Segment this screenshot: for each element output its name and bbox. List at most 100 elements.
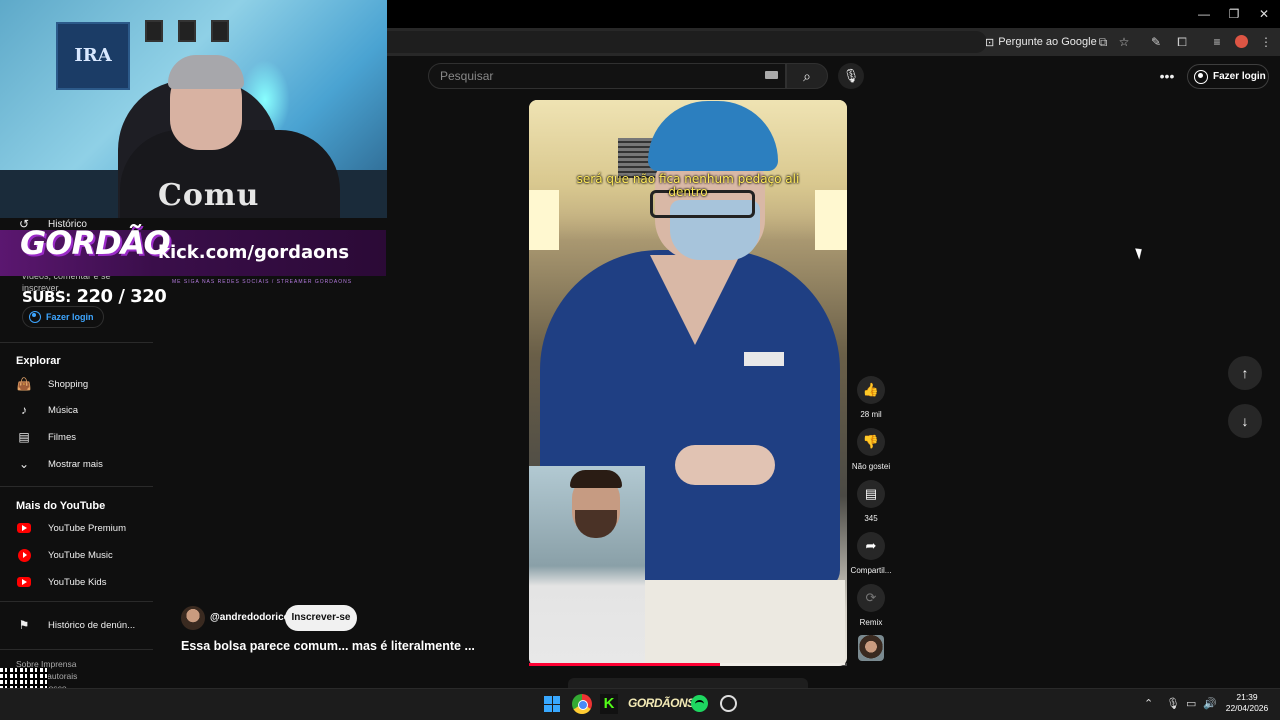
streamer-hair (168, 55, 244, 89)
search-button[interactable]: ⌕ (786, 63, 828, 89)
address-bar[interactable] (387, 31, 987, 53)
sidebar-item-youtube-music[interactable]: YouTube Music (16, 542, 156, 568)
clock-time: 21:39 (1236, 692, 1258, 702)
chevron-down-icon: ⌄ (18, 457, 30, 471)
film-icon: ▤ (18, 430, 30, 444)
video-hands (675, 445, 775, 485)
sidebar-item-label: Shopping (48, 378, 89, 390)
thumbs-down-icon: 👎 (862, 434, 880, 449)
arrow-down-icon: ↓ (1241, 413, 1249, 429)
browser-title-bar (387, 0, 1280, 28)
sidebar-divider (0, 486, 153, 487)
sound-source-avatar[interactable] (858, 635, 884, 661)
gordao-app-icon[interactable]: GORDÃONS (628, 696, 695, 710)
explore-heading: Explorar (16, 355, 61, 367)
video-light (815, 190, 847, 250)
pip-hair (570, 470, 622, 488)
search-placeholder: Pesquisar (440, 69, 494, 83)
sidebar-divider (0, 649, 153, 650)
restore-icon[interactable]: ❐ (1222, 4, 1246, 24)
tray-network-icon[interactable]: ▭ (1186, 697, 1196, 710)
obs-icon[interactable] (720, 695, 737, 712)
taskbar-clock[interactable]: 21:39 22/04/2026 (1222, 692, 1272, 714)
remix-label: Remix (859, 618, 883, 627)
sidebar-item-youtube-kids[interactable]: YouTube Kids (16, 569, 156, 595)
dislike-label: Não gostei (851, 462, 891, 471)
profile-avatar-icon[interactable] (1231, 32, 1251, 52)
windows-start-icon[interactable] (544, 696, 560, 712)
close-icon[interactable]: ✕ (1252, 4, 1276, 24)
browser-menu-icon[interactable]: ⋮ (1256, 32, 1276, 52)
short-title[interactable]: Essa bolsa parece comum... mas é literal… (181, 639, 475, 653)
remix-button[interactable]: ⟳ (857, 584, 885, 612)
minimize-icon[interactable]: — (1192, 4, 1216, 24)
dislike-button[interactable]: 👎 (857, 428, 885, 456)
sidebar-item-report-history[interactable]: ⚑ Histórico de denún... (16, 612, 156, 638)
video-pocket (744, 352, 784, 366)
ask-google-label: Pergunte ao Google (998, 36, 1097, 48)
sidebar-sign-in-label: Fazer login (46, 312, 94, 322)
sidebar-item-label: YouTube Kids (48, 576, 107, 588)
share-label: Compartil... (850, 566, 892, 575)
share-arrow-icon: ➦ (865, 538, 877, 553)
sidebar-item-label: Mostrar mais (48, 458, 103, 470)
channel-avatar[interactable] (181, 606, 205, 630)
tray-volume-icon[interactable]: 🔊 (1203, 697, 1217, 710)
extension-pen-icon[interactable]: ✎ (1146, 32, 1166, 52)
progress-fill (529, 663, 720, 666)
spotify-icon[interactable] (691, 695, 708, 712)
remix-icon: ⟳ (865, 590, 877, 605)
comments-button[interactable]: ▤ (857, 480, 885, 508)
ask-google-button[interactable]: ⊡ Pergunte ao Google (985, 32, 1097, 52)
sidebar-item-youtube-premium[interactable]: YouTube Premium (16, 515, 156, 541)
sidebar-item-label: YouTube Premium (48, 522, 126, 534)
wall-frame (211, 20, 229, 42)
music-note-icon: ♪ (21, 403, 27, 417)
channel-handle[interactable]: @andredodorico (210, 612, 290, 623)
next-short-preview[interactable] (568, 678, 808, 688)
kick-icon[interactable]: K (600, 694, 618, 714)
sidebar-sign-in-button[interactable]: Fazer login (22, 306, 104, 328)
sidebar-item-music[interactable]: ♪ Música (16, 397, 156, 423)
sign-in-button[interactable]: Fazer login (1187, 64, 1269, 89)
more-options-icon[interactable]: ••• (1158, 66, 1176, 86)
reading-list-icon[interactable]: ≡ (1207, 32, 1227, 52)
sidebar-item-movies[interactable]: ▤ Filmes (16, 424, 156, 450)
keyboard-icon[interactable] (765, 71, 778, 79)
thumbs-up-icon: 👍 (862, 382, 880, 397)
voice-search-button[interactable]: 🎙 (838, 63, 864, 89)
video-tray (640, 580, 845, 665)
subs-label: SUBS: (22, 288, 71, 306)
youtube-kids-icon (16, 574, 32, 590)
subs-value: 220 / 320 (76, 286, 167, 307)
sidebar-item-show-more[interactable]: ⌄ Mostrar mais (16, 451, 156, 477)
youtube-premium-icon (16, 520, 32, 536)
like-count: 28 mil (860, 410, 882, 419)
next-short-button[interactable]: ↓ (1228, 404, 1262, 438)
stream-url: kick.com/gordaons (158, 242, 350, 263)
install-app-icon[interactable]: ⧉ (1093, 32, 1113, 52)
subscribe-button[interactable]: Inscrever-se (285, 605, 357, 631)
previous-short-button[interactable]: ↑ (1228, 356, 1262, 390)
share-button[interactable]: ➦ (857, 532, 885, 560)
bookmark-star-icon[interactable]: ☆ (1114, 32, 1134, 52)
google-lens-icon: ⊡ (985, 36, 995, 49)
youtube-music-icon (16, 547, 32, 563)
shopping-bag-icon: 👜 (16, 377, 32, 391)
more-from-youtube-heading: Mais do YouTube (16, 500, 106, 512)
tray-microphone-icon[interactable]: 🎙 (1166, 697, 1180, 710)
wall-frame (145, 20, 163, 42)
video-caption: será que não fica nenhum pedaço ali dent… (576, 172, 800, 199)
video-light (529, 190, 559, 250)
like-button[interactable]: 👍 (857, 376, 885, 404)
tray-chevron-up-icon[interactable]: ⌃ (1144, 697, 1153, 710)
extensions-puzzle-icon[interactable]: ⧠ (1172, 32, 1192, 52)
flag-icon: ⚑ (18, 618, 30, 632)
wall-poster: IRA (56, 22, 130, 90)
streamer-webcam: IRA Comu (0, 0, 387, 218)
sidebar-item-shopping[interactable]: 👜 Shopping (16, 371, 156, 397)
sign-in-label: Fazer login (1213, 71, 1266, 82)
account-icon (1194, 69, 1208, 84)
chrome-icon[interactable] (572, 694, 592, 714)
microphone-icon: 🎙 (842, 68, 860, 83)
